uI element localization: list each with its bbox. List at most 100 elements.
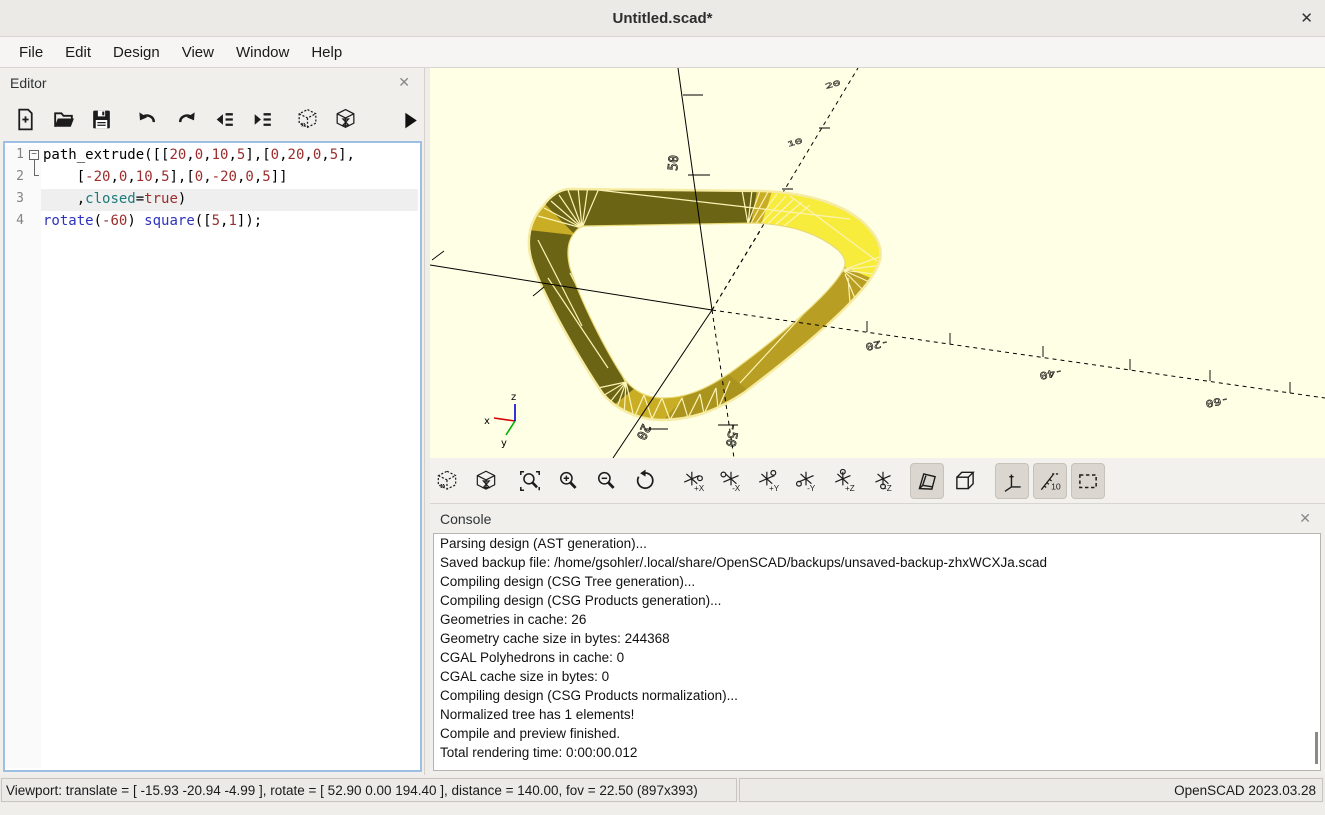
show-scale-markers-button[interactable]: 10 (1033, 463, 1067, 499)
console-lines: Parsing design (AST generation)...Saved … (434, 534, 1320, 762)
z-neg-label: -50 (722, 422, 741, 448)
console-line-11: Compile and preview finished. (434, 724, 1320, 743)
orthogonal-icon (952, 468, 978, 494)
console-log[interactable]: Parsing design (AST generation)...Saved … (433, 533, 1321, 771)
editor-panel: Editor ✕ (0, 68, 425, 775)
open-folder-icon (51, 107, 76, 132)
menu-edit[interactable]: Edit (54, 40, 102, 65)
unindent-button[interactable] (209, 104, 239, 134)
version-status-text: OpenSCAD 2023.03.28 (739, 778, 1323, 802)
indent-button[interactable] (247, 104, 277, 134)
new-file-icon (19, 109, 32, 129)
vp-preview-button[interactable]: » (430, 463, 464, 499)
open-file-button[interactable] (48, 104, 78, 134)
3d-scene: 50 20 -50 10 20 -20 -40 -60 x y z (430, 68, 1325, 458)
view-plus-z-button[interactable]: +Z (828, 463, 862, 499)
show-axes-button[interactable] (995, 463, 1029, 499)
view-minus-x-icon: -X (718, 468, 744, 494)
triad-y-label: y (501, 438, 507, 449)
zoom-out-button[interactable] (589, 463, 623, 499)
console-scrollbar[interactable] (1315, 732, 1318, 764)
window-bottom-edge (0, 803, 1325, 815)
menu-design[interactable]: Design (102, 40, 171, 65)
view-plus-x-button[interactable]: +X (677, 463, 711, 499)
show-axes-icon (999, 468, 1025, 494)
undo-icon (135, 107, 160, 132)
console-panel: Console ✕ Parsing design (AST generation… (430, 504, 1325, 775)
editor-header[interactable]: Editor ✕ (0, 68, 424, 98)
code-line-4[interactable]: rotate(-60) square([5,1]); (41, 211, 418, 233)
show-edges-icon (1075, 468, 1101, 494)
redo-button[interactable] (171, 104, 201, 134)
vp-render-button[interactable] (469, 463, 503, 499)
editor-toolbar: » (0, 100, 425, 140)
zoom-all-button[interactable] (513, 463, 547, 499)
z-pos-label: 50 (666, 154, 682, 171)
editor-title: Editor (10, 75, 47, 91)
console-line-8: CGAL cache size in bytes: 0 (434, 667, 1320, 686)
zoom-out-icon (593, 468, 619, 494)
preview-button[interactable]: » (292, 104, 322, 134)
view-minus-x-button[interactable]: -X (714, 463, 748, 499)
svg-text:-Y: -Y (807, 484, 816, 493)
menu-view[interactable]: View (171, 40, 225, 65)
show-edges-button[interactable] (1071, 463, 1105, 499)
console-line-7: CGAL Polyhedrons in cache: 0 (434, 648, 1320, 667)
console-line-5: Geometries in cache: 26 (434, 610, 1320, 629)
y-neg-label-20: 20 (824, 79, 841, 91)
status-bar: Viewport: translate = [ -15.93 -20.94 -4… (0, 777, 1325, 803)
view-minus-y-button[interactable]: -Y (789, 463, 823, 499)
console-line-9: Compiling design (CSG Products normaliza… (434, 686, 1320, 705)
code-line-2[interactable]: [-20,0,10,5],[0,-20,0,5]] (41, 167, 418, 189)
zoom-in-button[interactable] (551, 463, 585, 499)
code-line-1[interactable]: path_extrude([[20,0,10,5],[0,20,0,5], (41, 145, 418, 167)
code-editor[interactable]: 1234 − path_extrude([[20,0,10,5],[0,20,0… (3, 141, 422, 772)
code-lines[interactable]: path_extrude([[20,0,10,5],[0,20,0,5], [-… (41, 145, 418, 233)
view-plus-y-button[interactable]: +Y (752, 463, 786, 499)
perspective-icon (914, 468, 940, 494)
x-neg-label-60: -60 (1204, 394, 1230, 411)
console-line-10: Normalized tree has 1 elements! (434, 705, 1320, 724)
svg-text:+X: +X (694, 484, 705, 493)
console-line-4: Compiling design (CSG Products generatio… (434, 591, 1320, 610)
view-minus-z-icon: -Z (870, 468, 896, 494)
x-neg-label-40: -40 (1038, 366, 1064, 383)
render-button[interactable] (330, 104, 360, 134)
svg-text:»: » (300, 118, 305, 128)
menu-help[interactable]: Help (300, 40, 353, 65)
new-file-button[interactable] (10, 104, 40, 134)
zoom-all-icon (517, 468, 543, 494)
svg-text:-X: -X (732, 484, 741, 493)
view-plus-x-icon: +X (681, 468, 707, 494)
fold-marker-icon[interactable]: − (29, 150, 39, 160)
save-file-button[interactable] (86, 104, 116, 134)
path-extrude-model (490, 158, 910, 448)
perspective-button[interactable] (910, 463, 944, 499)
console-line-2: Saved backup file: /home/gsohler/.local/… (434, 553, 1320, 572)
window-close-icon[interactable]: ✕ (1300, 9, 1313, 27)
menu-bar: FileEditDesignViewWindowHelp (0, 37, 1325, 68)
console-line-12: Total rendering time: 0:00:00.012 (434, 743, 1320, 762)
reset-view-button[interactable] (628, 463, 662, 499)
console-line-3: Compiling design (CSG Tree generation)..… (434, 572, 1320, 591)
editor-close-icon[interactable]: ✕ (398, 74, 410, 91)
undo-button[interactable] (132, 104, 162, 134)
3d-viewport[interactable]: 50 20 -50 10 20 -20 -40 -60 x y z (430, 68, 1325, 458)
render-icon (333, 107, 358, 132)
play-button[interactable] (394, 104, 424, 134)
unindent-icon (212, 107, 237, 132)
redo-icon (174, 107, 199, 132)
orthogonal-button[interactable] (948, 463, 982, 499)
menu-file[interactable]: File (8, 40, 54, 65)
reset-view-icon (632, 468, 658, 494)
svg-text:-Z: -Z (884, 484, 892, 493)
menu-window[interactable]: Window (225, 40, 300, 65)
console-close-icon[interactable]: ✕ (1299, 510, 1311, 527)
svg-text:+Y: +Y (769, 484, 780, 493)
view-minus-z-button[interactable]: -Z (866, 463, 900, 499)
title-bar[interactable]: Untitled.scad* ✕ (0, 0, 1325, 37)
orientation-triad: x y z (484, 392, 516, 449)
svg-text:»: » (440, 481, 445, 492)
console-header[interactable]: Console ✕ (430, 504, 1325, 534)
code-line-3[interactable]: ,closed=true) (41, 189, 418, 211)
